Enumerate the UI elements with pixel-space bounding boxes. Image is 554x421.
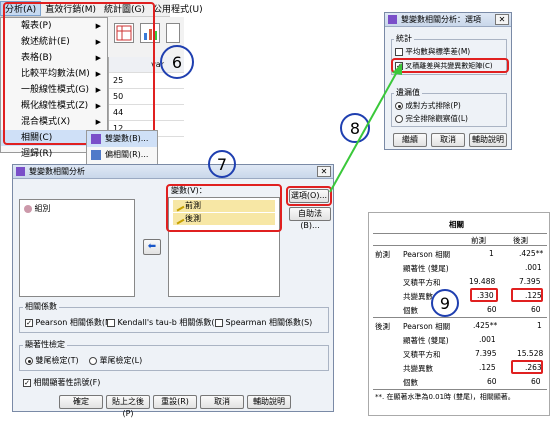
step-7-marker: 7	[208, 150, 236, 178]
highlight-menu-box	[3, 2, 155, 145]
test-group-label: 顯著性檢定	[23, 339, 67, 350]
bivariate-icon	[91, 134, 101, 144]
move-variable-button[interactable]: ⬅	[143, 239, 161, 255]
stat-label: Pearson 相關	[403, 322, 451, 331]
means-sd-checkbox[interactable]: 平均數與標準差(M)	[395, 46, 470, 57]
table-header-rule	[373, 233, 547, 234]
bivariate-dialog-titlebar: 雙變數相關分析 ✕	[13, 165, 333, 179]
bivariate-dialog: 雙變數相關分析 ✕ 組別 ⬅ 變數(V)： 前測 後測 選項(O)... 自助法…	[12, 164, 334, 418]
bivariate-dialog-title: 雙變數相關分析	[29, 167, 85, 176]
options-dialog-titlebar: 雙變數相關分析：選項 ✕	[385, 13, 511, 27]
stat-label: 共變異數	[403, 364, 433, 373]
cell: 60	[487, 377, 497, 386]
grid-icon[interactable]	[166, 23, 180, 43]
stat-label: 叉積平方和	[403, 278, 441, 287]
reset-button[interactable]: 重設(R)	[153, 395, 197, 409]
stat-label: 顯著性 (雙尾)	[403, 264, 449, 273]
table-row-rule	[373, 245, 547, 246]
one-tailed-radio[interactable]: 單尾檢定(L)	[89, 355, 142, 366]
cell: 60	[531, 305, 541, 314]
cell: 19.488	[469, 277, 496, 286]
options-help-button[interactable]: 輔助說明	[469, 133, 507, 147]
stat-label: 共變異數	[403, 292, 433, 301]
cell: 1	[489, 249, 494, 258]
green-arrow	[329, 63, 402, 193]
two-tailed-radio[interactable]: 雙尾檢定(T)	[25, 355, 79, 366]
step-9-marker: 9	[431, 289, 459, 317]
stat-label: 顯著性 (雙尾)	[403, 336, 449, 345]
coefficient-group-label: 相關係數	[23, 301, 59, 312]
ok-button[interactable]: 確定	[59, 395, 103, 409]
cell: .425**	[519, 249, 544, 258]
cell: .125	[479, 363, 496, 372]
dialog-app-icon	[388, 15, 397, 24]
arrow-head	[392, 63, 402, 75]
correlate-submenu: 雙變數(B)... 偏相關(R)...	[86, 130, 158, 166]
dialog-app-icon	[16, 167, 25, 176]
kendall-checkbox[interactable]: Kendall's tau-b 相關係數(K)	[107, 317, 223, 328]
nominal-var-icon	[24, 204, 32, 213]
source-variable-list[interactable]: 組別	[19, 199, 135, 297]
flag-significant-checkbox[interactable]: ✓ 相關顯著性訊號(F)	[23, 377, 100, 388]
table-bottom-rule	[373, 389, 547, 390]
cell: 15.528	[517, 349, 544, 358]
cell: 7.395	[475, 349, 497, 358]
highlight-cov-pre-post	[511, 288, 543, 302]
cell: .001	[479, 335, 496, 344]
table-title: 相關	[449, 220, 464, 229]
cell: .001	[525, 263, 542, 272]
table-footnote: **. 在顯著水準為0.01時 (雙尾)，相關顯著。	[375, 393, 515, 401]
stat-label: Pearson 相關	[403, 250, 451, 259]
table-group-rule	[373, 317, 547, 318]
close-icon[interactable]: ✕	[495, 14, 509, 25]
highlight-cov-pre	[470, 288, 498, 302]
cell: 7.395	[519, 277, 541, 286]
options-cancel-button[interactable]: 取消	[431, 133, 465, 147]
stat-label: 個數	[403, 378, 418, 387]
row-group-pretest: 前測	[375, 250, 390, 259]
correlations-table: 相關 前測 後測 前測 Pearson 相關 顯著性 (雙尾) 叉積平方和 共變…	[368, 212, 550, 416]
help-button[interactable]: 輔助說明	[247, 395, 291, 409]
row-group-posttest: 後測	[375, 322, 390, 331]
menu-utilities[interactable]: 公用程式(U)	[149, 2, 207, 15]
highlight-cov-post	[511, 360, 543, 374]
stat-label: 個數	[403, 306, 418, 315]
scale-var-icon	[173, 213, 185, 225]
cancel-button[interactable]: 取消	[200, 395, 244, 409]
scale-var-icon	[173, 200, 185, 212]
bootstrap-button[interactable]: 自助法(B)...	[289, 207, 331, 230]
cell: 1	[537, 321, 542, 330]
submenu-bivariate[interactable]: 雙變數(B)...	[87, 131, 157, 147]
arrow-shaft	[329, 69, 399, 193]
source-var-item[interactable]: 組別	[24, 203, 51, 214]
cell: .425**	[473, 321, 498, 330]
var-item-pretest[interactable]: 前測	[173, 200, 275, 212]
options-dialog-title: 雙變數相關分析：選項	[401, 15, 481, 24]
var-item-posttest[interactable]: 後測	[173, 213, 275, 225]
cell: 60	[531, 377, 541, 386]
pearson-checkbox[interactable]: ✓ Pearson 相關係數(N)	[25, 317, 114, 328]
submenu-partial[interactable]: 偏相關(R)...	[87, 147, 157, 163]
statistics-group-label: 統計	[394, 33, 414, 44]
paste-button[interactable]: 貼上之後(P)	[106, 395, 150, 418]
spearman-checkbox[interactable]: Spearman 相關係數(S)	[215, 317, 312, 328]
cell: 60	[487, 305, 497, 314]
partial-icon	[91, 150, 101, 160]
step-6-marker: 6	[160, 45, 194, 79]
stat-label: 叉積平方和	[403, 350, 441, 359]
